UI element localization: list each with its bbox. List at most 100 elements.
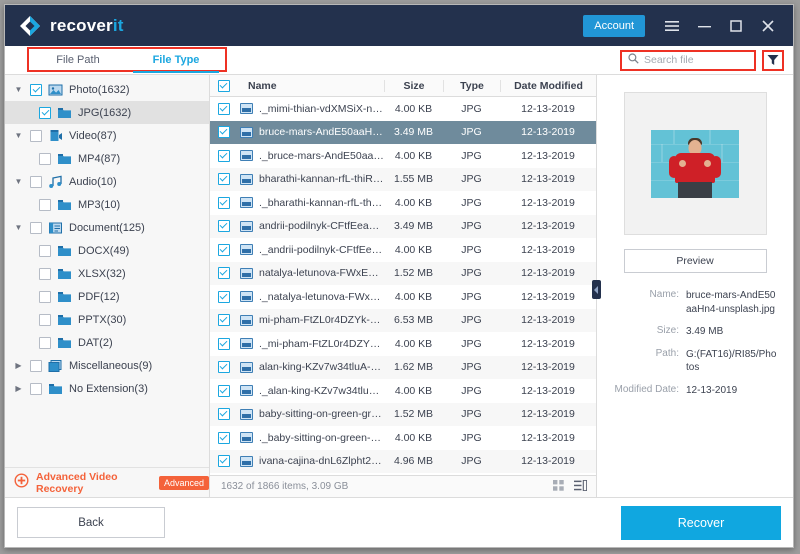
cell-name: ._bruce-mars-AndE50aaHn4-unsplas... — [237, 150, 384, 162]
tree-item-checkbox[interactable] — [39, 152, 51, 165]
tree-item-xlsx[interactable]: XLSX(32) — [5, 262, 209, 285]
tree-item-checkbox[interactable] — [30, 359, 42, 372]
cell-type: JPG — [461, 149, 482, 162]
tree-item-mp[interactable]: MP4(87) — [5, 147, 209, 170]
tree-item-checkbox[interactable] — [39, 106, 51, 119]
table-row[interactable]: ._alan-king-KZv7w34tluA-unsplash.jpg 4.00… — [210, 379, 596, 403]
tab-file-path[interactable]: File Path — [29, 49, 127, 70]
file-name: ._bruce-mars-AndE50aaHn4-unsplas... — [259, 149, 384, 162]
advanced-video-recovery-row[interactable]: Advanced Video Recovery Advanced — [5, 467, 209, 497]
filter-funnel-icon[interactable] — [762, 49, 784, 71]
collapse-panel-icon[interactable] — [592, 280, 601, 299]
tree-item-audio[interactable]: ▼ Audio(10) — [5, 170, 209, 193]
tree-item-checkbox[interactable] — [39, 313, 51, 326]
table-row[interactable]: ivana-cajina-dnL6Zlpht2s-unsplash.jpg 4.9… — [210, 449, 596, 473]
maximize-icon[interactable] — [721, 11, 751, 41]
row-checkbox[interactable] — [210, 361, 237, 374]
column-header-name[interactable]: Name — [237, 80, 384, 92]
table-row[interactable]: ._mi-pham-FtZL0r4DZYk-unsplash.jpg 4.00 K… — [210, 332, 596, 356]
table-row[interactable]: ._mimi-thian-vdXMSiX-n6M-unsplash... 4.00… — [210, 97, 596, 121]
table-row[interactable]: ._ivana-cajina-dnL6Zlpht2s-unsplash....4… — [210, 473, 596, 475]
row-checkbox[interactable] — [210, 220, 237, 233]
tree-item-checkbox[interactable] — [39, 267, 51, 280]
row-checkbox[interactable] — [210, 337, 237, 350]
table-row[interactable]: ._bharathi-kannan-rfL-thiRzDs-unspl... 4.… — [210, 191, 596, 215]
cell-date-modified: 12-13-2019 — [521, 196, 575, 209]
tree-item-mp[interactable]: MP3(10) — [5, 193, 209, 216]
chevron-down-icon[interactable]: ▼ — [13, 130, 24, 141]
column-header-date-modified[interactable]: Date Modified — [500, 79, 596, 92]
row-checkbox[interactable] — [210, 455, 237, 468]
search-input[interactable] — [644, 54, 748, 66]
tree-item-pdf[interactable]: PDF(12) — [5, 285, 209, 308]
tree-item-checkbox[interactable] — [39, 336, 51, 349]
preview-button[interactable]: Preview — [623, 249, 767, 273]
tree-item-photo[interactable]: ▼ Photo(1632) — [5, 78, 209, 101]
folder-icon — [57, 336, 72, 350]
row-checkbox[interactable] — [210, 267, 237, 280]
chevron-down-icon[interactable]: ▼ — [13, 222, 24, 233]
tree-item-video[interactable]: ▼ Video(87) — [5, 124, 209, 147]
row-checkbox[interactable] — [210, 243, 237, 256]
tree-item-checkbox[interactable] — [30, 221, 42, 234]
row-checkbox[interactable] — [210, 149, 237, 162]
table-row[interactable]: ._andrii-podilnyk-CFtfEeaDg1l-unspla... 4… — [210, 238, 596, 262]
grid-view-icon[interactable] — [553, 479, 564, 494]
table-row[interactable]: ._baby-sitting-on-green-grass-beside... 4… — [210, 426, 596, 450]
row-checkbox[interactable] — [210, 314, 237, 327]
chevron-right-icon[interactable]: ▶ — [13, 360, 24, 371]
row-checkbox[interactable] — [210, 173, 237, 186]
cell-size: 1.52 MB — [393, 267, 434, 280]
table-row[interactable]: ._natalya-letunova-FWxEbL34i4Y-uns... 4.0… — [210, 285, 596, 309]
back-button[interactable]: Back — [17, 507, 165, 538]
tree-item-checkbox[interactable] — [30, 129, 42, 142]
tree-item-checkbox[interactable] — [30, 83, 42, 96]
chevron-right-icon[interactable]: ▶ — [13, 383, 24, 394]
tree-item-jpg[interactable]: JPG(1632) — [5, 101, 209, 124]
row-checkbox[interactable] — [210, 290, 237, 303]
table-row[interactable]: natalya-letunova-FWxEbL34i4Y-unspl... 1.5… — [210, 261, 596, 285]
table-row[interactable]: bruce-mars-AndE50aaHn4-unsplash... 3.49 M… — [210, 120, 596, 144]
row-checkbox[interactable] — [210, 431, 237, 444]
table-row[interactable]: bharathi-kannan-rfL-thiRzDs-unsplas... 1.… — [210, 167, 596, 191]
tree-item-checkbox[interactable] — [39, 290, 51, 303]
tree-item-checkbox[interactable] — [30, 175, 42, 188]
close-icon[interactable] — [753, 11, 783, 41]
tree-item-checkbox[interactable] — [39, 244, 51, 257]
tab-file-type[interactable]: File Type — [127, 49, 225, 73]
tree-item-checkbox[interactable] — [30, 382, 42, 395]
table-row[interactable]: ._bruce-mars-AndE50aaHn4-unsplas... 4.00 … — [210, 144, 596, 168]
tree-item-no-extension[interactable]: ▶ No Extension(3) — [5, 377, 209, 400]
row-checkbox[interactable] — [210, 196, 237, 209]
recover-button[interactable]: Recover — [621, 505, 781, 540]
minimize-icon[interactable] — [689, 11, 719, 41]
tree-item-miscellaneous[interactable]: ▶ Miscellaneous(9) — [5, 354, 209, 377]
column-header-type[interactable]: Type — [443, 79, 500, 92]
tree-item-document[interactable]: ▼ Document(125) — [5, 216, 209, 239]
search-box[interactable] — [620, 49, 756, 71]
list-view-icon[interactable] — [574, 479, 588, 494]
tree-item-pptx[interactable]: PPTX(30) — [5, 308, 209, 331]
video-icon — [48, 129, 63, 143]
table-row[interactable]: andrii-podilnyk-CFtfEeaDg1l-unsplas... 3.… — [210, 214, 596, 238]
row-checkbox[interactable] — [210, 126, 237, 139]
table-row[interactable]: baby-sitting-on-green-grass-beside-... 1.… — [210, 402, 596, 426]
tree-item-dat[interactable]: DAT(2) — [5, 331, 209, 354]
cell-size: 4.00 KB — [394, 384, 433, 397]
image-file-icon — [240, 220, 253, 232]
tree-item-docx[interactable]: DOCX(49) — [5, 239, 209, 262]
tree-item-checkbox[interactable] — [39, 198, 51, 211]
chevron-down-icon[interactable]: ▼ — [13, 176, 24, 187]
select-all-checkbox[interactable] — [210, 79, 237, 92]
image-file-icon — [240, 455, 253, 467]
hamburger-menu-icon[interactable] — [657, 11, 687, 41]
chevron-down-icon[interactable]: ▼ — [13, 84, 24, 95]
row-checkbox[interactable] — [210, 384, 237, 397]
table-row[interactable]: alan-king-KZv7w34tluA-unsplash.jpg 1.62 M… — [210, 355, 596, 379]
row-checkbox[interactable] — [210, 408, 237, 421]
account-button[interactable]: Account — [583, 14, 645, 37]
column-header-size[interactable]: Size — [384, 79, 443, 92]
cell-date-modified: 12-13-2019 — [521, 361, 575, 374]
row-checkbox[interactable] — [210, 102, 237, 115]
table-row[interactable]: mi-pham-FtZL0r4DZYk-unsplash.jpg 6.53 MB J… — [210, 308, 596, 332]
